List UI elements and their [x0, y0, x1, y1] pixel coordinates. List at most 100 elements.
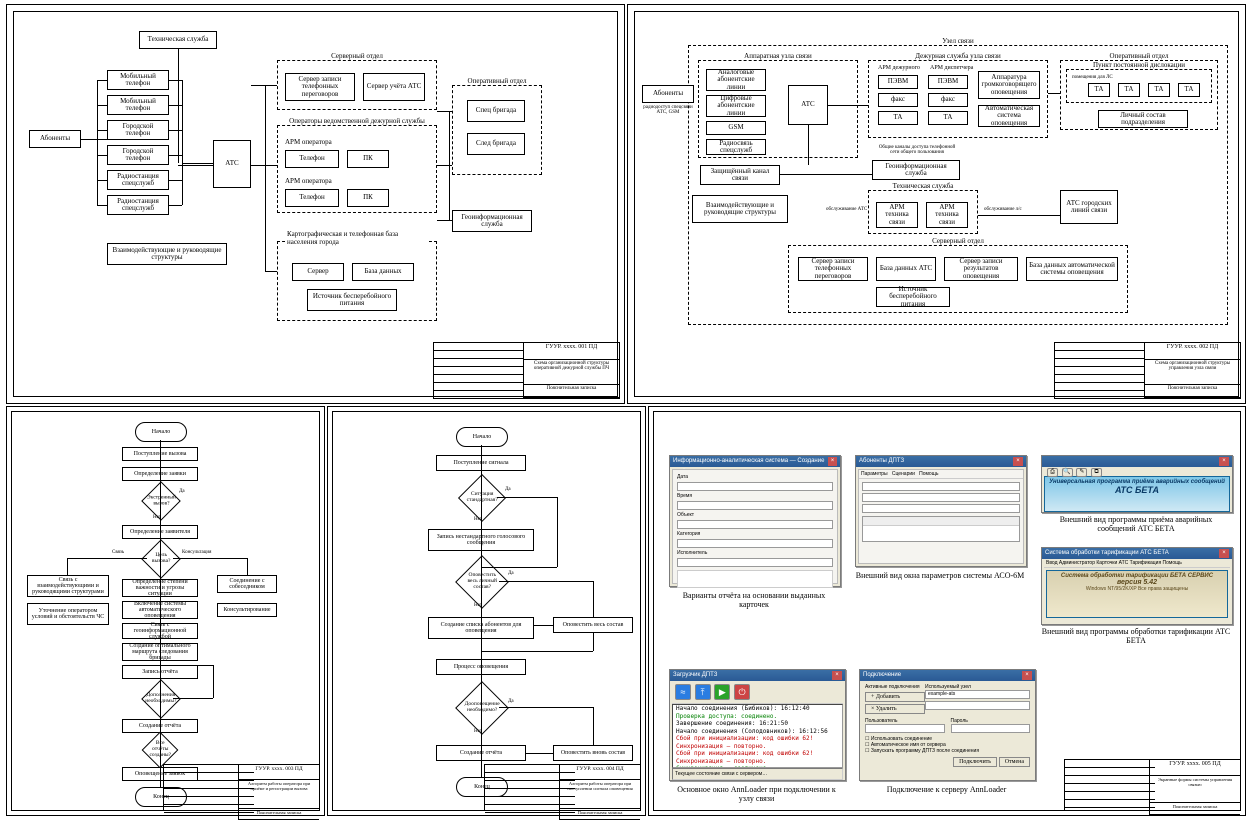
combo[interactable]: example-ats [925, 690, 1030, 699]
log-line: Сбой при инициализации: код ошибки 62! [673, 750, 842, 758]
tab[interactable]: Сценарии [892, 471, 915, 477]
box-ta5: ТА [1148, 83, 1170, 97]
btn-connect[interactable]: Подключить [953, 757, 997, 767]
preview-area [677, 570, 833, 588]
box-bd: База данных [352, 263, 414, 281]
tool-icon[interactable]: ▶ [714, 684, 730, 700]
win-annloader[interactable]: Загрузчик ДПТЗ × ≈ ⤒ ▶ ⏻ Начало соединени… [669, 669, 846, 781]
input[interactable] [677, 539, 833, 548]
field-label: Исполнитель [677, 550, 833, 556]
title: Схема организационной структуры оператив… [524, 360, 619, 385]
tab[interactable]: Помощь [919, 471, 938, 477]
field-label: Время [677, 493, 833, 499]
subtitle: Пояснительная записка [524, 385, 619, 398]
lbl-yes: Да [179, 489, 185, 494]
input[interactable] [862, 504, 1020, 513]
caption-1: Варианты отчёта на основании выданных ка… [669, 591, 839, 609]
box-mobtel1: Мобильный телефон [107, 70, 169, 90]
label-link1: радиодоступ спецсвязи АТС, GSM [642, 105, 694, 115]
fc-r1: Соединение с собеседником [217, 575, 277, 593]
input[interactable] [862, 482, 1020, 491]
box-ats-city: АТС городских линий связи [1060, 190, 1118, 224]
fc-r2: Консультирование [217, 603, 277, 617]
box-faks1: факс [878, 93, 918, 107]
grid-panel[interactable] [862, 516, 1020, 542]
close-icon[interactable]: × [828, 457, 837, 466]
win-aso[interactable]: Абоненты ДПТЗ× Параметры Сценарии Помощь [855, 455, 1027, 567]
chk-label: Запускать программу ДПТЗ после соединени… [871, 748, 979, 754]
subtitle: Пояснительная записка [560, 809, 640, 820]
lbl-linktech: обслуживание АТС [826, 207, 867, 212]
tool-icon[interactable]: ⤒ [695, 684, 711, 700]
input[interactable] [677, 558, 833, 567]
title-block-bm: ГУУР. хххх. 004 ПД Алгоритм работы опера… [484, 764, 641, 811]
close-icon[interactable]: × [832, 671, 842, 680]
box-geo2: Геоинформационная служба [872, 160, 960, 180]
serv-line2: версия 5.42 [1049, 579, 1225, 586]
tool-icon[interactable]: ⏻ [734, 684, 750, 700]
btn-cancel[interactable]: Отмена [999, 757, 1030, 767]
close-icon[interactable]: × [1219, 549, 1229, 558]
combo[interactable] [925, 701, 1030, 710]
box-sled: След бригада [467, 133, 525, 155]
win-ann-title: Загрузчик ДПТЗ [673, 670, 717, 681]
tool-icon[interactable]: 🔍 [1062, 468, 1073, 477]
input[interactable] [677, 520, 833, 529]
box-armtech2: АРМ техника связи [926, 202, 968, 228]
caption-3: Внешний вид программы приёма аварийных с… [1041, 515, 1231, 533]
group-oper2-title: Оперативный отдел [1108, 52, 1171, 60]
group-app-title: Аппаратная узла связи [742, 52, 814, 60]
input[interactable] [862, 493, 1020, 502]
log-line: Синхронизация — повторно. [673, 758, 842, 766]
close-icon[interactable]: × [1013, 457, 1023, 466]
title-block-br: ГУУР. хххх. 005 ПД Экранные формы систем… [1064, 759, 1241, 811]
win-tarif[interactable]: Система обработки тарификации АТС БЕТА× … [1041, 547, 1233, 625]
win-connect[interactable]: Подключение× Активные подключения + Доба… [859, 669, 1036, 781]
box-analog: Аналоговые абонентские линии [706, 69, 766, 91]
box-pevm1: ПЭВМ [878, 75, 918, 89]
box-digital: Цифровые абонентские линии [706, 95, 766, 117]
fc-l1: Связь с взаимодействующими и руководящим… [27, 575, 109, 597]
win-report[interactable]: Информационно-аналитическая система — Со… [669, 455, 841, 587]
tab[interactable]: Параметры [861, 471, 888, 477]
input-pass[interactable] [951, 724, 1031, 733]
lbl-linktech2: обслуживание л/с [984, 207, 1022, 212]
tool-icon[interactable]: ≈ [675, 684, 691, 700]
box-vzaim2: Взаимодействующие и руководящие структур… [692, 195, 788, 223]
input-user[interactable] [865, 724, 945, 733]
close-icon[interactable]: × [1219, 457, 1229, 466]
stamp: ГУУР. хххх. 003 ПД [239, 765, 319, 780]
lbl-d2a: Связь [112, 550, 124, 555]
sheet-top-right: Узел связи Абоненты радиодоступ спецсвяз… [627, 4, 1246, 404]
fc2-r1: Оповестить весь состав [553, 617, 633, 633]
box-abonenty2: Абоненты [642, 85, 694, 103]
box-server-rec: Сервер записи телефонных переговоров [285, 73, 355, 101]
tool-icon[interactable]: ✎ [1076, 468, 1087, 477]
title-block-tr: ГУУР. хххх. 002 ПД Схема организационной… [1054, 342, 1241, 399]
input[interactable] [677, 501, 833, 510]
field-label: Категория [677, 531, 833, 537]
win-atsbeta[interactable]: × ⎙ 🔍 ✎ ⧉ Универсальная программа приёма… [1041, 455, 1233, 513]
stamp: ГУУР. хххх. 001 ПД [524, 343, 619, 360]
tool-icon[interactable]: ⎙ [1047, 468, 1058, 477]
log-line: Проверка доступа: соединено. [673, 713, 842, 721]
btn-del[interactable]: × Удалить [865, 704, 925, 714]
group-operators-title: Операторы ведомственной дежурной службы [287, 117, 427, 125]
title: Алгоритм работы оператора при приёме и р… [239, 780, 319, 809]
box-ats2: АТС [788, 85, 828, 125]
box-radio2: Радиостанция спецслужб [107, 195, 169, 215]
lbl2-yes: Да [505, 487, 511, 492]
input[interactable] [677, 482, 833, 491]
close-icon[interactable]: × [1022, 671, 1032, 680]
box-tech-service: Техническая служба [139, 31, 217, 49]
box-pevm2: ПЭВМ [928, 75, 968, 89]
log-line: Начало соединения (Бибиков): 16:12:40 [673, 705, 842, 713]
label-arm-oper: АРМ оператора [285, 138, 332, 146]
log-line: Сбой при инициализации: код ошибки 62! [673, 735, 842, 743]
btn-add[interactable]: + Добавить [865, 692, 925, 702]
tool-icon[interactable]: ⧉ [1091, 468, 1102, 477]
menu-bar[interactable]: Ввод Администратор Карточки АТС Тарифика… [1044, 559, 1230, 568]
checkbox[interactable]: ☐ [865, 748, 869, 754]
group-oper-otdel-title: Оперативный отдел [466, 77, 529, 85]
box-ta4: ТА [1118, 83, 1140, 97]
